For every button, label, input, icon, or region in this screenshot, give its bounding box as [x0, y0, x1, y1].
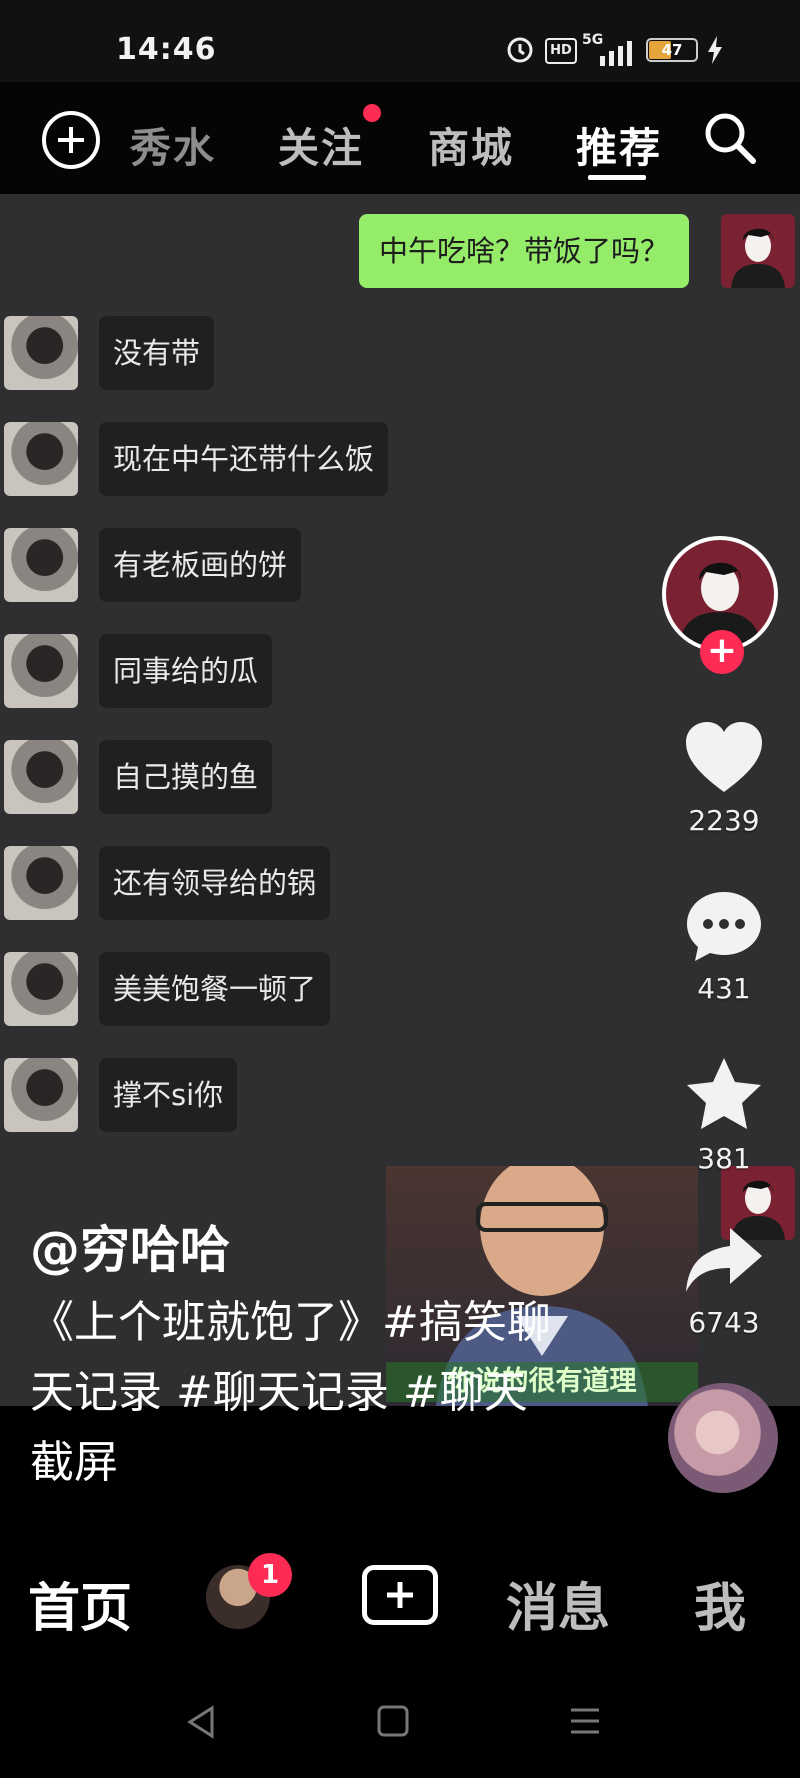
- chat-bubble-other: 没有带: [99, 316, 215, 390]
- comment-icon[interactable]: [684, 888, 764, 964]
- chat-avatar-other: [4, 740, 78, 814]
- battery-icon: 47: [646, 38, 698, 62]
- charging-icon: [708, 36, 722, 64]
- chat-bubble-other: 同事给的瓜: [99, 634, 273, 708]
- chat-bubble-other: 有老板画的饼: [99, 528, 302, 602]
- heart-icon[interactable]: [684, 720, 764, 794]
- chat-avatar-other: [4, 316, 78, 390]
- nav-me[interactable]: 我: [694, 1566, 746, 1641]
- search-icon[interactable]: [702, 110, 758, 166]
- status-time: 14:46: [116, 32, 217, 67]
- signal-icon: [600, 41, 632, 66]
- follow-button[interactable]: +: [700, 630, 744, 674]
- following-notification-dot: [363, 104, 381, 122]
- like-count: 2239: [688, 804, 760, 837]
- tab-mall[interactable]: 商城: [428, 114, 514, 174]
- chat-bubble-other: 美美饱餐一顿了: [99, 952, 331, 1026]
- chat-avatar-other: [4, 634, 78, 708]
- chat-bubble-other: 现在中午还带什么饭: [99, 422, 389, 496]
- comment-count: 431: [697, 972, 751, 1005]
- tab-xiushui[interactable]: 秀水: [130, 114, 216, 174]
- top-nav: [0, 82, 800, 194]
- share-icon[interactable]: [684, 1226, 764, 1294]
- add-circle-icon[interactable]: [40, 109, 102, 171]
- favorite-count: 381: [697, 1142, 751, 1175]
- nav-messages[interactable]: 消息: [506, 1566, 610, 1641]
- chat-avatar-other: [4, 952, 78, 1026]
- nav-home[interactable]: 首页: [28, 1566, 132, 1641]
- home-icon[interactable]: [376, 1704, 410, 1738]
- notification-badge: 1: [248, 1553, 292, 1597]
- alarm-icon: [507, 37, 533, 63]
- plus-icon: [387, 1582, 413, 1608]
- recents-menu-icon[interactable]: [568, 1704, 602, 1738]
- video-caption[interactable]: 《上个班就饱了》#搞笑聊天记录 #聊天记录 #聊天截屏: [30, 1288, 570, 1498]
- post-button[interactable]: [362, 1565, 438, 1625]
- chat-bubble-other: 撑不si你: [99, 1058, 238, 1132]
- hd-icon: HD: [545, 38, 577, 64]
- chat-avatar-self: [721, 214, 795, 288]
- chat-bubble-self: 中午吃啥？带饭了吗？: [359, 214, 690, 288]
- tab-recommended[interactable]: 推荐: [576, 114, 662, 174]
- chat-bubble-other: 自己摸的鱼: [99, 740, 273, 814]
- chat-bubble-other: 还有领导给的锅: [99, 846, 331, 920]
- share-count: 6743: [688, 1306, 760, 1339]
- chat-avatar-other: [4, 1058, 78, 1132]
- author-name[interactable]: @穷哈哈: [30, 1210, 230, 1282]
- chat-avatar-other: [4, 528, 78, 602]
- back-icon[interactable]: [184, 1704, 220, 1740]
- music-disc[interactable]: [668, 1383, 778, 1493]
- active-tab-indicator: [588, 175, 646, 180]
- chat-avatar-other: [4, 422, 78, 496]
- star-icon[interactable]: [684, 1056, 764, 1132]
- tab-following[interactable]: 关注: [278, 114, 364, 174]
- battery-level: 47: [661, 41, 683, 59]
- chat-avatar-other: [4, 846, 78, 920]
